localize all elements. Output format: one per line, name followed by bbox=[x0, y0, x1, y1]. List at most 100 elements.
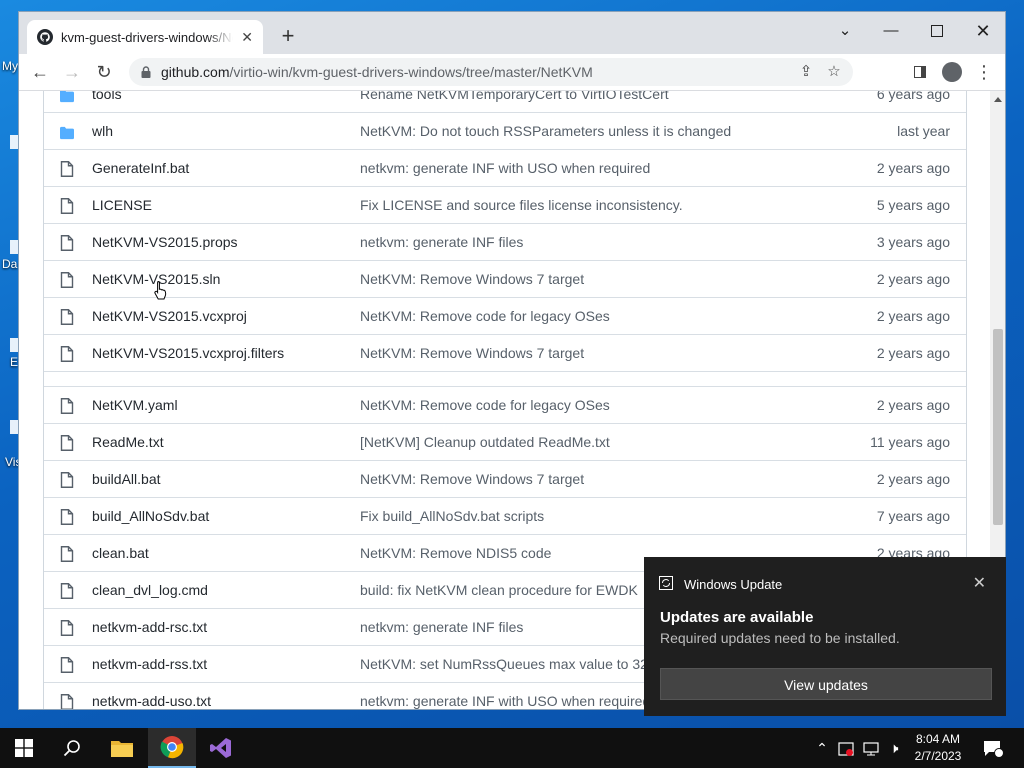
commit-message-link[interactable]: NetKVM: Remove code for legacy OSes bbox=[360, 308, 610, 324]
security-tray-icon[interactable] bbox=[836, 728, 856, 768]
toast-body: Required updates need to be installed. bbox=[660, 630, 900, 646]
desktop-label-1[interactable]: Da bbox=[2, 257, 17, 271]
volume-icon[interactable]: 🕨 bbox=[884, 728, 904, 768]
side-panel-icon[interactable] bbox=[907, 59, 933, 85]
file-icon bbox=[60, 657, 74, 673]
commit-age: 2 years ago bbox=[876, 397, 950, 413]
table-row[interactable]: ReadMe.txt [NetKVM] Cleanup outdated Read… bbox=[44, 423, 966, 460]
file-name-link[interactable]: netkvm-add-rsc.txt bbox=[92, 619, 207, 635]
file-name-link[interactable]: netkvm-add-rss.txt bbox=[92, 656, 207, 672]
table-row[interactable]: NetKVM-VS2015.vcxproj NetKVM: Remove code… bbox=[44, 297, 966, 334]
file-icon bbox=[60, 509, 74, 525]
close-window-button[interactable]: ✕ bbox=[960, 16, 1005, 46]
file-name-link[interactable]: NetKVM-VS2015.vcxproj.filters bbox=[92, 345, 284, 361]
commit-message-link[interactable]: Rename NetKVMTemporaryCert to VirtIOTest… bbox=[360, 91, 669, 102]
hand-cursor-icon bbox=[154, 280, 167, 300]
file-name-link[interactable]: LICENSE bbox=[92, 197, 152, 213]
commit-message-link[interactable]: Fix LICENSE and source files license inc… bbox=[360, 197, 683, 213]
commit-message-link[interactable]: [NetKVM] Cleanup outdated ReadMe.txt bbox=[360, 434, 610, 450]
lock-icon[interactable] bbox=[141, 66, 151, 78]
file-name-link[interactable]: clean_dvl_log.cmd bbox=[92, 582, 208, 598]
commit-message-link[interactable]: build: fix NetKVM clean procedure for EW… bbox=[360, 582, 638, 598]
maximize-button[interactable] bbox=[914, 16, 960, 46]
folder-icon bbox=[60, 126, 74, 140]
minimize-button[interactable]: — bbox=[868, 16, 914, 46]
profile-avatar[interactable] bbox=[939, 59, 965, 85]
share-icon[interactable]: ⇪ bbox=[793, 58, 819, 86]
table-row[interactable]: NetKVM-VS2015.props netkvm: generate INF … bbox=[44, 223, 966, 260]
desktop-label-0[interactable]: My bbox=[2, 59, 18, 73]
file-name-link[interactable]: GenerateInf.bat bbox=[92, 160, 189, 176]
file-name-link[interactable]: wlh bbox=[92, 123, 113, 139]
desktop-shortcut-icon[interactable] bbox=[10, 135, 18, 149]
kebab-menu-icon[interactable]: ⋮ bbox=[971, 59, 997, 85]
commit-message-link[interactable]: netkvm: generate INF with USO when requi… bbox=[360, 160, 650, 176]
table-row[interactable]: wlh NetKVM: Do not touch RSSParameters un… bbox=[44, 112, 966, 149]
taskbar-chrome[interactable] bbox=[148, 728, 196, 768]
table-row[interactable]: build_AllNoSdv.bat Fix build_AllNoSdv.bat… bbox=[44, 497, 966, 534]
table-row[interactable]: NetKVM-VS2015.sln NetKVM: Remove Windows … bbox=[44, 260, 966, 297]
tab-search-chevron-icon[interactable]: ⌄ bbox=[822, 16, 868, 46]
table-row[interactable]: LICENSE Fix LICENSE and source files lice… bbox=[44, 186, 966, 223]
windows-update-toast[interactable]: Windows Update ✕ Updates are available R… bbox=[644, 557, 1006, 716]
new-tab-button[interactable]: + bbox=[275, 24, 301, 50]
file-name-link[interactable]: buildAll.bat bbox=[92, 471, 161, 487]
start-button[interactable] bbox=[0, 728, 48, 768]
file-icon bbox=[60, 620, 74, 636]
commit-message-link[interactable]: Fix build_AllNoSdv.bat scripts bbox=[360, 508, 544, 524]
file-name-link[interactable]: NetKVM-VS2015.props bbox=[92, 234, 238, 250]
commit-message-link[interactable]: NetKVM: Remove NDIS5 code bbox=[360, 545, 551, 561]
address-bar[interactable]: github.com/virtio-win/kvm-guest-drivers-… bbox=[129, 58, 853, 86]
commit-message-link[interactable]: netkvm: generate INF with USO when requi… bbox=[360, 693, 650, 709]
search-button[interactable] bbox=[48, 728, 96, 768]
notification-count-badge: 1 bbox=[996, 733, 1002, 744]
commit-message-link[interactable]: NetKVM: Remove code for legacy OSes bbox=[360, 397, 610, 413]
show-hidden-icons-chevron-icon[interactable]: ⌃ bbox=[812, 728, 832, 768]
desktop-shortcut-icon[interactable] bbox=[10, 420, 18, 434]
commit-message-link[interactable]: NetKVM: set NumRssQueues max value to 32 bbox=[360, 656, 648, 672]
network-icon[interactable] bbox=[860, 728, 882, 768]
desktop-shortcut-icon[interactable] bbox=[10, 338, 18, 352]
file-name-link[interactable]: NetKVM-VS2015.vcxproj bbox=[92, 308, 247, 324]
file-name-link[interactable]: netkvm-add-uso.txt bbox=[92, 693, 211, 709]
table-row[interactable]: NetKVM.yaml NetKVM: Remove code for legac… bbox=[44, 386, 966, 423]
view-updates-button[interactable]: View updates bbox=[660, 668, 992, 700]
file-name-link[interactable]: clean.bat bbox=[92, 545, 149, 561]
table-row[interactable]: buildAll.bat NetKVM: Remove Windows 7 tar… bbox=[44, 460, 966, 497]
tab-close-icon[interactable]: ✕ bbox=[241, 29, 253, 46]
scroll-thumb[interactable] bbox=[993, 329, 1003, 525]
file-name-link[interactable]: ReadMe.txt bbox=[92, 434, 164, 450]
bookmark-star-icon[interactable]: ☆ bbox=[821, 58, 847, 86]
commit-message-link[interactable]: netkvm: generate INF files bbox=[360, 619, 523, 635]
taskbar-visual-studio[interactable] bbox=[197, 728, 245, 768]
file-name-link[interactable]: build_AllNoSdv.bat bbox=[92, 508, 209, 524]
file-icon bbox=[60, 435, 74, 451]
desktop-label-2[interactable]: E bbox=[10, 355, 18, 369]
clock-time: 8:04 AM bbox=[915, 732, 961, 746]
back-button[interactable]: ← bbox=[27, 59, 53, 85]
commit-message-link[interactable]: NetKVM: Remove Windows 7 target bbox=[360, 345, 584, 361]
toast-close-icon[interactable]: ✕ bbox=[973, 573, 986, 593]
commit-age: 11 years ago bbox=[870, 434, 950, 450]
tab-strip: kvm-guest-drivers-windows/NetKVM ✕ + ⌄ —… bbox=[19, 12, 1005, 54]
forward-button[interactable]: → bbox=[59, 59, 85, 85]
system-clock[interactable]: 8:04 AM 2/7/2023 bbox=[906, 731, 970, 765]
file-name-link[interactable]: tools bbox=[92, 91, 122, 102]
commit-message-link[interactable]: NetKVM: Remove Windows 7 target bbox=[360, 471, 584, 487]
table-row[interactable]: tools Rename NetKVMTemporaryCert to VirtI… bbox=[44, 91, 966, 112]
commit-message-link[interactable]: netkvm: generate INF files bbox=[360, 234, 523, 250]
desktop-shortcut-icon[interactable] bbox=[10, 240, 18, 254]
scroll-up-arrow-icon[interactable] bbox=[994, 97, 1002, 102]
browser-tab[interactable]: kvm-guest-drivers-windows/NetKVM ✕ bbox=[27, 20, 263, 54]
action-center-button[interactable]: 1 bbox=[978, 728, 1008, 768]
table-row[interactable]: GenerateInf.bat netkvm: generate INF with… bbox=[44, 149, 966, 186]
reload-button[interactable]: ↻ bbox=[91, 59, 117, 85]
file-name-link[interactable]: NetKVM.yaml bbox=[92, 397, 178, 413]
commit-age: 5 years ago bbox=[876, 197, 950, 213]
commit-message-link[interactable]: NetKVM: Remove Windows 7 target bbox=[360, 271, 584, 287]
commit-message-link[interactable]: NetKVM: Do not touch RSSParameters unles… bbox=[360, 123, 731, 139]
taskbar-file-explorer[interactable] bbox=[98, 728, 146, 768]
list-gap bbox=[44, 371, 966, 386]
table-row[interactable]: NetKVM-VS2015.vcxproj.filters NetKVM: Rem… bbox=[44, 334, 966, 371]
commit-age: 2 years ago bbox=[876, 271, 950, 287]
